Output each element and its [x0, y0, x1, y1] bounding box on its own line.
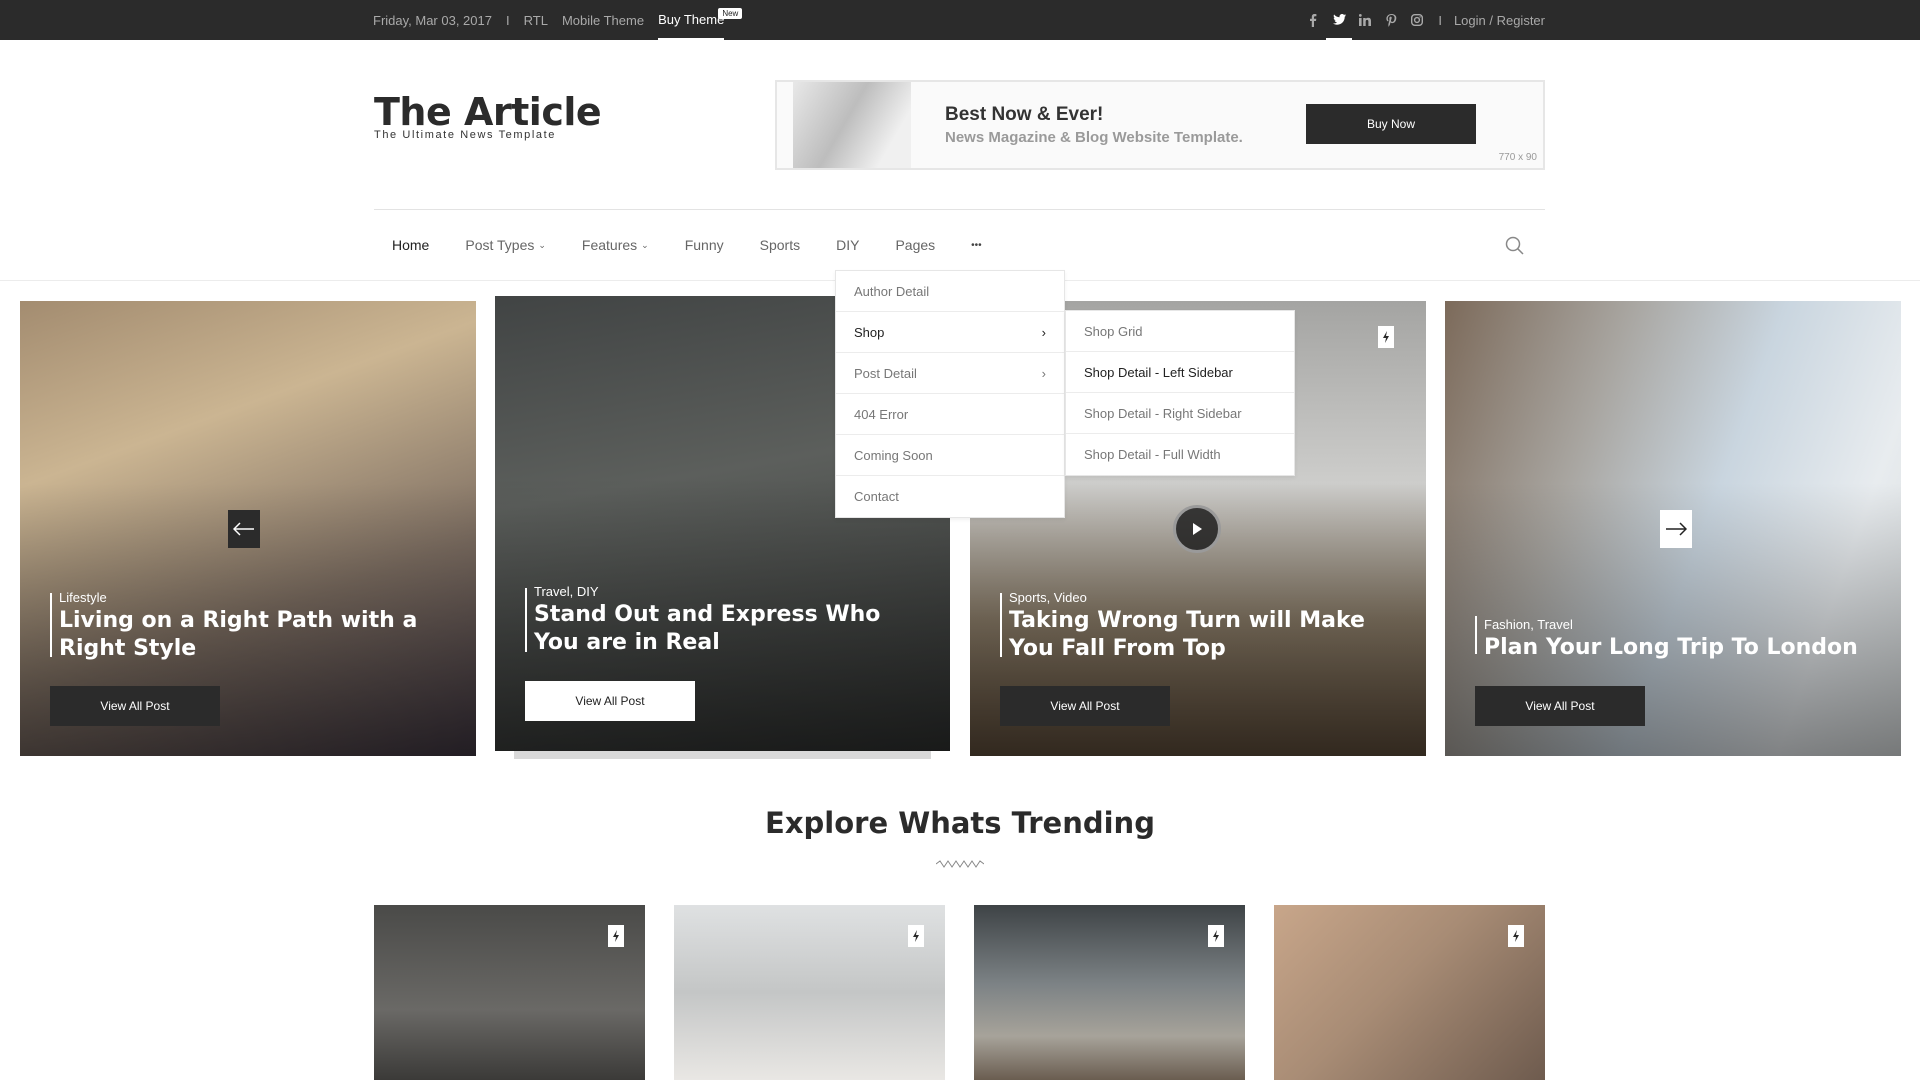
main-nav: Home Post Types ⌄ Features ⌄ Funny Sports … [374, 230, 1000, 260]
bookmark-icon[interactable] [1378, 326, 1394, 348]
buy-theme-link[interactable]: Buy Theme New [658, 0, 743, 40]
card-shadow [514, 751, 931, 759]
nav-item-post-types[interactable]: Post Types ⌄ [447, 230, 564, 260]
menu-item-author-detail[interactable]: Author Detail [836, 271, 1064, 312]
separator: I [505, 12, 510, 28]
twitter-icon[interactable] [1326, 0, 1353, 40]
submenu-item-label: Shop Detail - Full Width [1084, 447, 1221, 462]
menu-item-label: Shop [854, 324, 885, 340]
nav-label: DIY [836, 237, 860, 253]
submenu-item-label: Shop Detail - Left Sidebar [1084, 364, 1233, 380]
bookmark-icon[interactable] [608, 925, 624, 947]
nav-label: Funny [684, 237, 724, 253]
nav-item-home[interactable]: Home [374, 230, 447, 260]
bookmark-icon[interactable] [1208, 925, 1224, 947]
more-label: ••• [971, 239, 982, 251]
card-title[interactable]: Taking Wrong Turn will Make You Fall Fro… [1009, 607, 1389, 663]
menu-item-label: Author Detail [854, 283, 930, 299]
ad-title: Best Now & Ever! [945, 104, 1104, 125]
card-category[interactable]: Lifestyle [59, 590, 107, 605]
top-bar: Friday, Mar 03, 2017 I RTL Mobile Theme … [0, 0, 1920, 40]
card-category[interactable]: Sports, Video [1009, 590, 1087, 605]
menu-item-404-error[interactable]: 404 Error [836, 394, 1064, 435]
card-category[interactable]: Travel, DIY [534, 584, 599, 599]
bookmark-icon[interactable] [908, 925, 924, 947]
menu-item-label: Post Detail [854, 365, 917, 381]
submenu-item-label: Shop Detail - Right Sidebar [1084, 405, 1242, 421]
nav-item-pages[interactable]: Pages [877, 230, 953, 260]
chevron-right-icon: › [1041, 324, 1046, 340]
logo-title: The Article [374, 90, 602, 134]
section-title: Explore Whats Trending [765, 806, 1155, 840]
new-badge: New [718, 8, 743, 19]
nav-label: Post Types [465, 237, 535, 253]
ad-subtitle: News Magazine & Blog Website Template. [945, 129, 1243, 146]
view-all-post-button[interactable]: View All Post [525, 681, 695, 721]
ad-image [793, 82, 911, 168]
nav-item-funny[interactable]: Funny [667, 230, 742, 260]
menu-item-contact[interactable]: Contact [836, 476, 1064, 517]
ad-size-label: 770 x 90 [1498, 152, 1537, 163]
facebook-icon[interactable] [1300, 0, 1326, 40]
menu-item-label: 404 Error [854, 406, 909, 422]
submenu-item-label: Shop Grid [1084, 323, 1143, 339]
mobile-theme-link[interactable]: Mobile Theme [562, 13, 644, 28]
site-logo[interactable]: The Article The Ultimate News Template [374, 90, 602, 141]
menu-item-label: Contact [854, 489, 899, 504]
title-accent-line [50, 593, 52, 657]
nav-item-features[interactable]: Features ⌄ [564, 230, 667, 260]
zigzag-divider-icon [935, 855, 985, 873]
menu-item-post-detail[interactable]: Post Detail › [836, 353, 1064, 394]
nav-item-diy[interactable]: DIY [818, 230, 877, 260]
slider-next-arrow-icon[interactable] [1660, 510, 1692, 548]
submenu-item-shop-detail-left[interactable]: Shop Detail - Left Sidebar [1066, 352, 1294, 393]
nav-divider [374, 209, 1545, 210]
menu-item-label: Coming Soon [854, 447, 933, 463]
rtl-link[interactable]: RTL [524, 13, 548, 28]
bookmark-icon[interactable] [1508, 925, 1524, 947]
chevron-down-icon: ⌄ [641, 239, 649, 250]
pinterest-icon[interactable] [1378, 0, 1404, 40]
card-title[interactable]: Living on a Right Path with a Right Styl… [59, 607, 439, 663]
title-accent-line [1475, 616, 1477, 654]
view-all-post-button[interactable]: View All Post [50, 686, 220, 726]
login-register-link[interactable]: Login / Register [1454, 13, 1545, 28]
card-title[interactable]: Stand Out and Express Who You are in Rea… [534, 601, 914, 657]
shop-submenu: Shop Grid Shop Detail - Left Sidebar Sho… [1065, 310, 1295, 476]
separator: I [1438, 12, 1442, 28]
trending-card[interactable] [1274, 905, 1545, 1080]
title-accent-line [1000, 593, 1002, 657]
submenu-item-shop-grid[interactable]: Shop Grid [1066, 311, 1294, 352]
play-icon[interactable] [1173, 505, 1221, 553]
search-icon[interactable] [1505, 236, 1524, 260]
pages-dropdown-menu: Author Detail Shop › Post Detail › 404 Err… [835, 270, 1065, 518]
trending-card[interactable] [974, 905, 1245, 1080]
view-all-post-button[interactable]: View All Post [1000, 686, 1170, 726]
menu-item-shop[interactable]: Shop › [836, 312, 1064, 353]
chevron-right-icon: › [1041, 365, 1046, 381]
title-accent-line [525, 588, 527, 652]
chevron-down-icon: ⌄ [538, 239, 546, 250]
trending-card[interactable] [674, 905, 945, 1080]
nav-label: Sports [759, 237, 801, 253]
linkedin-icon[interactable] [1352, 0, 1378, 40]
trending-card[interactable] [374, 905, 645, 1080]
nav-label: Home [392, 237, 430, 253]
more-menu-icon[interactable]: ••• [953, 230, 1000, 260]
card-title[interactable]: Plan Your Long Trip To London [1484, 634, 1864, 662]
buy-now-button[interactable]: Buy Now [1306, 104, 1476, 144]
buy-theme-label: Buy Theme [658, 11, 725, 27]
submenu-item-shop-detail-full[interactable]: Shop Detail - Full Width [1066, 434, 1294, 475]
current-date: Friday, Mar 03, 2017 [373, 12, 492, 28]
nav-item-sports[interactable]: Sports [742, 230, 818, 260]
card-category[interactable]: Fashion, Travel [1484, 617, 1573, 632]
menu-item-coming-soon[interactable]: Coming Soon [836, 435, 1064, 476]
instagram-icon[interactable] [1404, 0, 1430, 40]
nav-label: Features [581, 237, 638, 253]
nav-label: Pages [895, 237, 936, 253]
view-all-post-button[interactable]: View All Post [1475, 686, 1645, 726]
slider-prev-arrow-icon[interactable] [228, 510, 260, 548]
header-ad-banner[interactable]: Best Now & Ever! News Magazine & Blog We… [775, 80, 1545, 170]
submenu-item-shop-detail-right[interactable]: Shop Detail - Right Sidebar [1066, 393, 1294, 434]
